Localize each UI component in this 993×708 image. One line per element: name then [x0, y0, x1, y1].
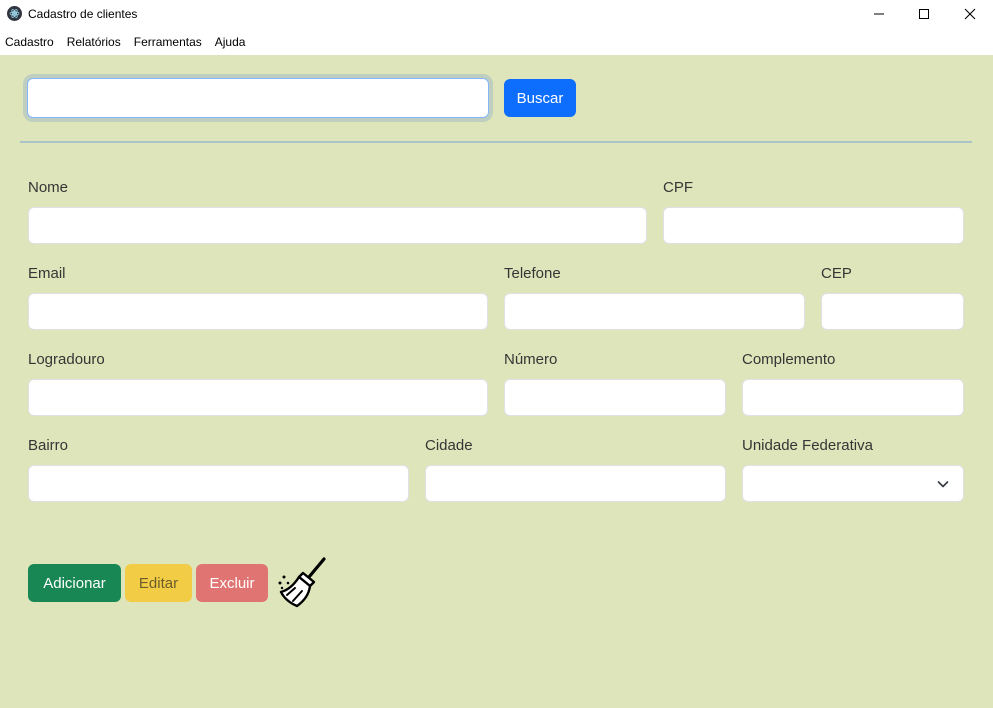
delete-button[interactable]: Excluir — [196, 564, 268, 602]
cpf-label: CPF — [663, 179, 693, 196]
main-content: Buscar Nome CPF Email Telefone CEP Logra… — [0, 55, 993, 708]
chevron-down-icon — [937, 481, 949, 488]
title-bar: Cadastro de clientes — [0, 0, 993, 28]
window-title: Cadastro de clientes — [28, 7, 138, 21]
divider — [20, 141, 972, 143]
menu-item-relatorios[interactable]: Relatórios — [67, 35, 121, 49]
nome-field[interactable] — [28, 207, 647, 244]
maximize-button[interactable] — [901, 0, 947, 28]
cpf-field[interactable] — [663, 207, 964, 244]
bairro-field[interactable] — [28, 465, 409, 502]
telefone-label: Telefone — [504, 265, 561, 282]
menu-item-ajuda[interactable]: Ajuda — [215, 35, 246, 49]
close-icon — [964, 8, 976, 20]
minimize-icon — [874, 13, 884, 15]
maximize-icon — [919, 9, 929, 19]
add-button[interactable]: Adicionar — [28, 564, 121, 602]
broom-icon[interactable] — [276, 555, 328, 609]
edit-button[interactable]: Editar — [125, 564, 192, 602]
uf-select[interactable] — [742, 465, 964, 502]
app-icon — [7, 6, 22, 21]
menu-item-cadastro[interactable]: Cadastro — [5, 35, 54, 49]
numero-field[interactable] — [504, 379, 726, 416]
nome-label: Nome — [28, 179, 69, 196]
email-label: Email — [28, 265, 66, 282]
numero-label: Número — [504, 351, 558, 368]
bairro-label: Bairro — [28, 437, 69, 454]
uf-label: Unidade Federativa — [742, 437, 873, 454]
cidade-field[interactable] — [425, 465, 726, 502]
close-button[interactable] — [947, 0, 993, 28]
cep-field[interactable] — [821, 293, 964, 330]
complemento-label: Complemento — [742, 351, 836, 368]
telefone-field[interactable] — [504, 293, 805, 330]
email-field[interactable] — [28, 293, 488, 330]
search-input[interactable] — [27, 78, 489, 118]
logradouro-label: Logradouro — [28, 351, 105, 368]
complemento-field[interactable] — [742, 379, 964, 416]
minimize-button[interactable] — [856, 0, 902, 28]
cidade-label: Cidade — [425, 437, 473, 454]
cep-label: CEP — [821, 265, 852, 282]
search-button[interactable]: Buscar — [504, 79, 576, 117]
menu-bar: Cadastro Relatórios Ferramentas Ajuda — [0, 28, 993, 55]
menu-item-ferramentas[interactable]: Ferramentas — [134, 35, 202, 49]
logradouro-field[interactable] — [28, 379, 488, 416]
